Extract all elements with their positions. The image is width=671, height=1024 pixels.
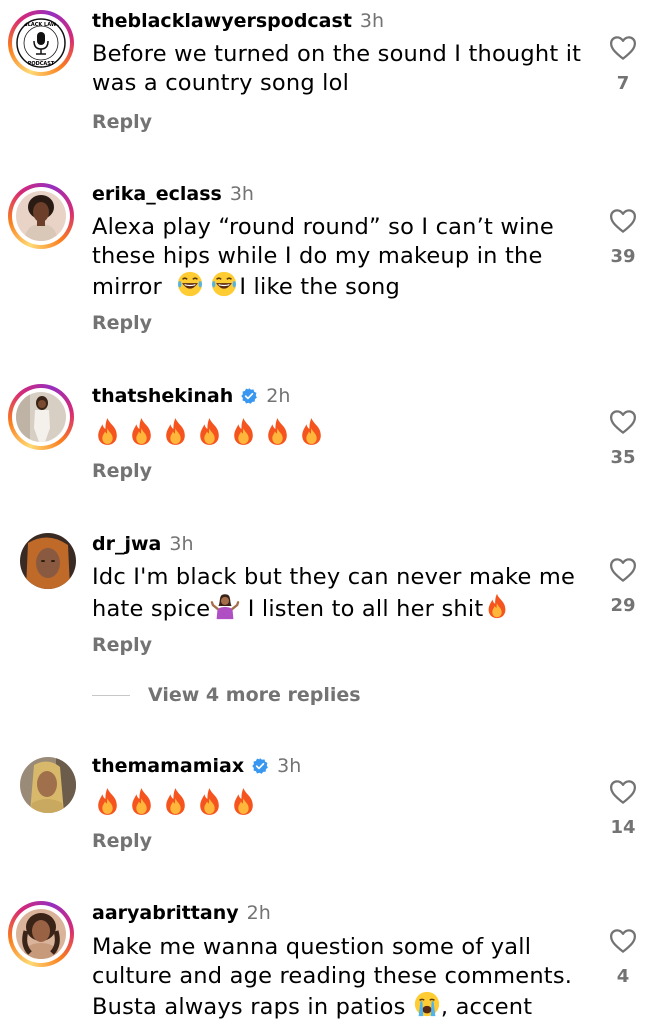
username[interactable]: aaryabrittany [92,902,239,924]
fire-emoji-icon [262,416,293,447]
timestamp: 3h [229,183,254,205]
heart-icon[interactable] [608,926,638,956]
avatar[interactable]: THE BLACK LAWYERS PODCAST [8,10,74,76]
fire-emoji-icon [296,416,327,447]
like-count: 35 [610,447,636,468]
like-button[interactable]: 7 [605,33,641,94]
fire-emoji-icon [228,416,259,447]
comment-header: theblacklawyerspodcast 3h [92,10,384,32]
profile-photo-icon [16,392,66,442]
avatar[interactable] [8,901,74,967]
profile-photo-icon [16,909,66,959]
comment-text: Idc I'm black but they can never make me… [92,564,576,622]
username[interactable]: thatshekinah [92,385,233,407]
like-count: 7 [616,73,630,94]
comment-header: dr_jwa 3h [92,533,194,555]
heart-icon[interactable] [608,555,638,585]
fire-emoji-icon [194,416,225,447]
divider [92,694,130,696]
avatar[interactable] [8,183,74,249]
fire-emoji-icon [483,592,511,620]
view-more-replies-label[interactable]: View 4 more replies [148,684,361,706]
username[interactable]: dr_jwa [92,533,161,555]
timestamp: 2h [266,385,291,407]
comment-text: Make me wanna question some of yall cult… [92,934,573,1020]
heart-icon[interactable] [608,407,638,437]
comment-text: Before we turned on the sound I thought … [92,41,582,96]
avatar[interactable] [8,749,76,815]
reply-button[interactable]: Reply [92,312,152,334]
person-shrugging-emoji-icon [210,592,240,620]
timestamp: 3h [359,10,385,32]
reply-button[interactable]: Reply [92,830,152,852]
podcast-logo-icon: THE BLACK LAWYERS PODCAST [16,18,66,68]
fire-emoji-icon [126,786,157,817]
like-button[interactable]: 14 [605,777,641,838]
timestamp: 3h [277,755,302,777]
username[interactable]: erika_eclass [92,183,222,205]
view-more-replies-button[interactable]: View 4 more replies [92,684,361,706]
like-count: 29 [610,595,636,616]
fire-emoji-icon [160,416,191,447]
timestamp: 3h [169,533,194,555]
timestamp: 2h [246,902,271,924]
fire-emoji-icon [160,786,191,817]
reply-button[interactable]: Reply [92,634,152,656]
fire-emoji-icon [228,786,259,817]
comment-header: thatshekinah 2h [92,385,290,407]
comment-header: aaryabrittany 2h [92,902,271,924]
crying-emoji-icon [413,990,441,1018]
like-button[interactable]: 4 [605,926,641,987]
profile-photo-icon [16,191,66,241]
fire-emoji-icon [194,786,225,817]
verified-badge-icon [240,387,258,405]
like-count: 39 [610,246,636,267]
profile-photo-icon [20,757,76,813]
fire-emoji-icon [92,786,123,817]
laughing-emoji-icon [209,270,239,298]
comment-header: themamamiax 3h [92,755,301,777]
like-count: 4 [616,966,630,987]
like-button[interactable]: 39 [605,206,641,267]
comment-header: erika_eclass 3h [92,183,254,205]
avatar[interactable] [8,384,74,450]
comment-text [92,786,259,817]
heart-icon[interactable] [608,777,638,807]
heart-icon[interactable] [608,206,638,236]
laughing-emoji-icon [175,270,205,298]
profile-photo-icon [20,533,76,589]
avatar[interactable] [8,525,76,591]
heart-icon[interactable] [608,33,638,63]
comment-text: Alexa play “round round” so I can’t wine… [92,214,554,300]
like-button[interactable]: 29 [605,555,641,616]
comment-text [92,416,327,447]
username[interactable]: theblacklawyerspodcast [92,10,352,32]
reply-button[interactable]: Reply [92,111,152,133]
reply-button[interactable]: Reply [92,460,152,482]
like-button[interactable]: 35 [605,407,641,468]
fire-emoji-icon [92,416,123,447]
like-count: 14 [610,817,636,838]
verified-badge-icon [251,757,269,775]
fire-emoji-icon [126,416,157,447]
username[interactable]: themamamiax [92,755,244,777]
